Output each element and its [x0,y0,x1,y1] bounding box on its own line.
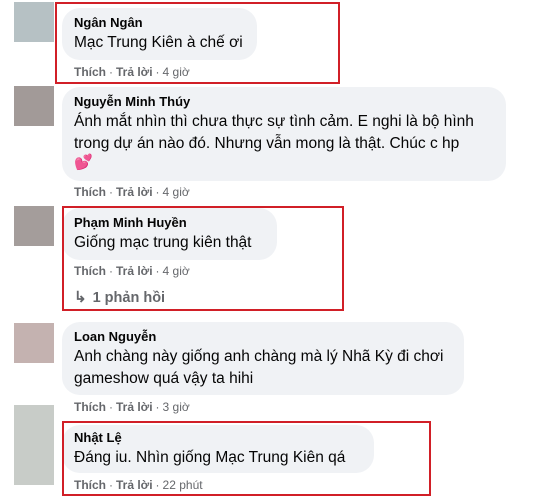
separator: · [109,185,113,199]
hearts-emoji: 💕 [74,154,93,171]
comment-bubble: Nguyễn Minh Thúy Ánh mắt nhìn thì chưa t… [62,87,506,181]
comment-text-line-1: Ánh mắt nhìn thì chưa thực sự tình cảm. … [74,113,474,130]
comment-author[interactable]: Loan Nguyễn [74,329,452,345]
separator: · [155,400,160,414]
like-link[interactable]: Thích [74,400,106,414]
highlight-box-1 [55,2,340,84]
avatar[interactable] [14,206,54,246]
like-link[interactable]: Thích [74,185,106,199]
avatar[interactable] [14,2,54,42]
comment-bubble: Loan Nguyễn Anh chàng này giống anh chàn… [62,322,464,395]
separator: · [109,400,113,414]
separator: · [155,185,160,199]
highlight-box-3 [62,421,431,496]
reply-link[interactable]: Trả lời [116,185,153,199]
reply-link[interactable]: Trả lời [116,400,153,414]
avatar[interactable] [14,86,54,126]
avatar[interactable] [14,323,54,363]
highlight-box-2 [62,206,344,311]
comment-actions: Thích · Trả lời · 4 giờ [74,184,190,200]
avatar[interactable] [14,405,54,485]
comment-text-line-1: Anh chàng này giống anh chàng mà lý Nhã … [74,348,444,365]
comment-actions: Thích · Trả lời · 3 giờ [74,399,190,415]
comment-text-line-2: trong dự án nào đó. Nhưng vẫn mong là th… [74,135,460,152]
comment-text-line-2: gameshow quá vậy ta hihi [74,370,254,387]
timestamp[interactable]: 4 giờ [163,185,190,199]
comment-author[interactable]: Nguyễn Minh Thúy [74,94,494,110]
timestamp[interactable]: 3 giờ [163,400,190,414]
